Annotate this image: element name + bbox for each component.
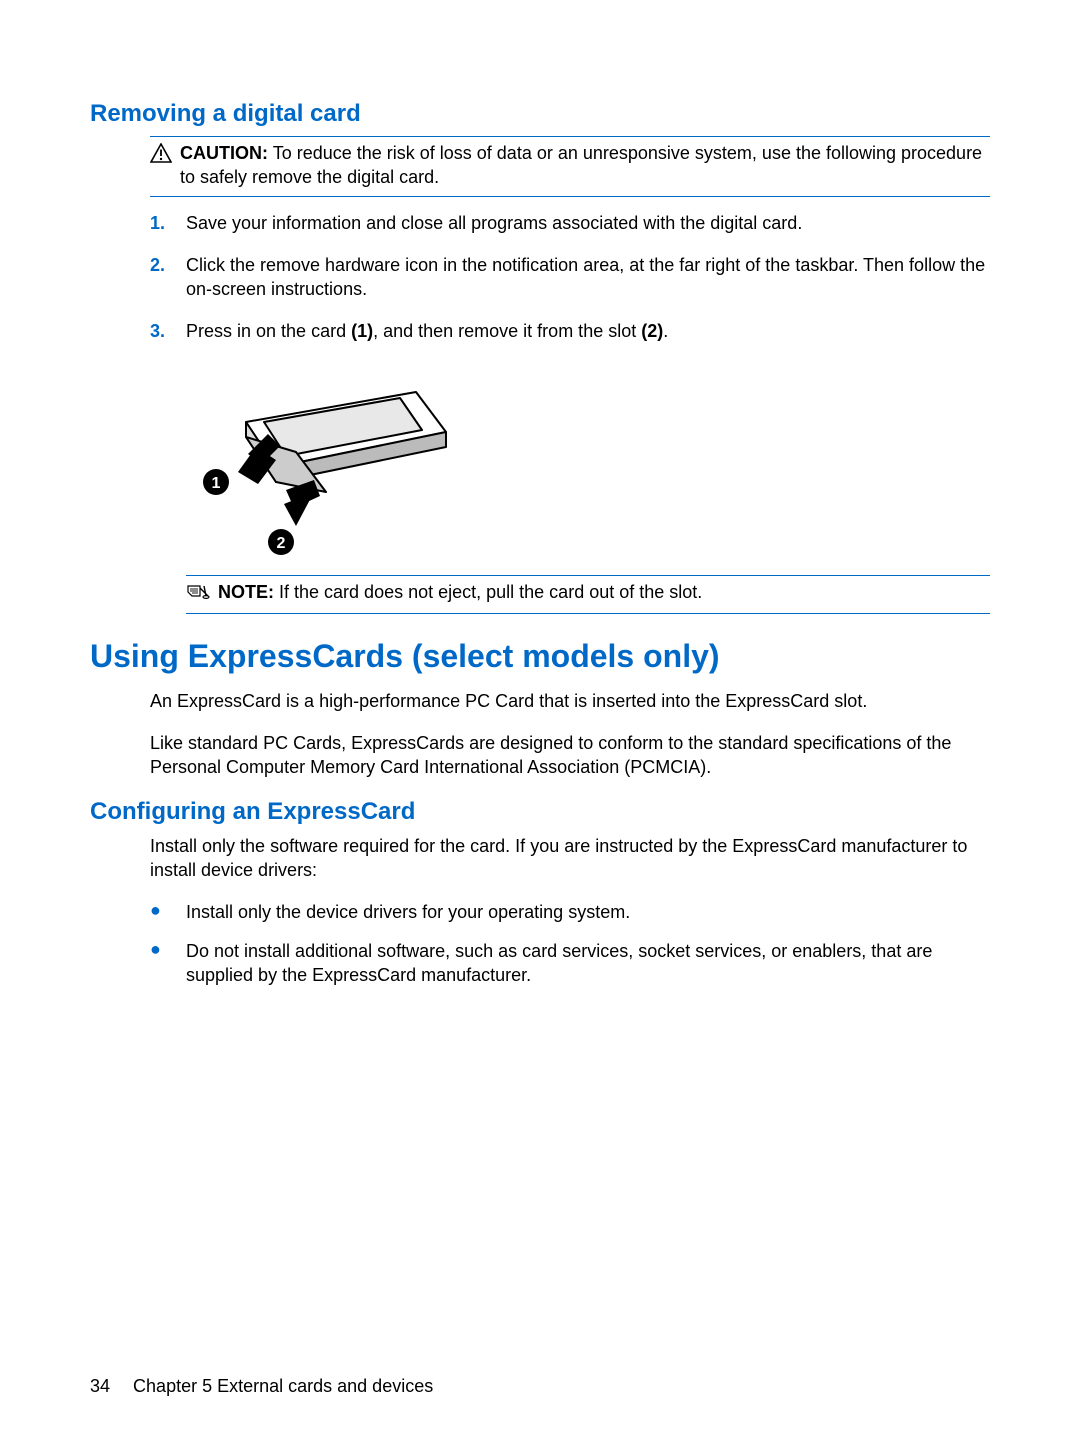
step-number: 2. xyxy=(150,253,186,277)
bullet-dot-icon: ● xyxy=(150,900,186,922)
note-text: NOTE: If the card does not eject, pull t… xyxy=(218,580,702,604)
chapter-title: Chapter 5 External cards and devices xyxy=(133,1376,433,1396)
note-icon xyxy=(186,582,210,607)
configure-bullets: ● Install only the device drivers for yo… xyxy=(150,900,990,987)
removal-steps: 1. Save your information and close all p… xyxy=(150,211,990,344)
step-1: 1. Save your information and close all p… xyxy=(150,211,990,235)
caution-callout: CAUTION: To reduce the risk of loss of d… xyxy=(150,136,990,197)
step3-ref2: (2) xyxy=(641,321,663,341)
bullet-1: ● Install only the device drivers for yo… xyxy=(150,900,990,924)
step-text: Press in on the card (1), and then remov… xyxy=(186,319,990,343)
caution-icon xyxy=(150,143,172,168)
step-number: 3. xyxy=(150,319,186,343)
card-removal-figure: 1 2 xyxy=(186,362,990,567)
page-footer: 34 Chapter 5 External cards and devices xyxy=(90,1376,433,1397)
note-callout: NOTE: If the card does not eject, pull t… xyxy=(186,575,990,614)
heading-configuring-expresscard: Configuring an ExpressCard xyxy=(90,798,990,826)
heading-using-expresscards: Using ExpressCards (select models only) xyxy=(90,638,990,675)
bullet-text: Do not install additional software, such… xyxy=(186,939,990,988)
document-page: Removing a digital card CAUTION: To redu… xyxy=(0,0,1080,1437)
step3-post: . xyxy=(663,321,668,341)
step-number: 1. xyxy=(150,211,186,235)
step3-pre: Press in on the card xyxy=(186,321,351,341)
bullet-2: ● Do not install additional software, su… xyxy=(150,939,990,988)
note-label: NOTE: xyxy=(218,582,274,602)
step3-ref1: (1) xyxy=(351,321,373,341)
caution-label: CAUTION: xyxy=(180,143,268,163)
bullet-text: Install only the device drivers for your… xyxy=(186,900,630,924)
step-3: 3. Press in on the card (1), and then re… xyxy=(150,319,990,343)
step3-mid: , and then remove it from the slot xyxy=(373,321,641,341)
page-number: 34 xyxy=(90,1376,110,1396)
caution-message: To reduce the risk of loss of data or an… xyxy=(180,143,982,187)
configure-intro: Install only the software required for t… xyxy=(150,834,990,883)
heading-removing-digital-card: Removing a digital card xyxy=(90,100,990,128)
bullet-dot-icon: ● xyxy=(150,939,186,961)
note-message: If the card does not eject, pull the car… xyxy=(279,582,702,602)
svg-text:1: 1 xyxy=(212,475,221,492)
step-text: Click the remove hardware icon in the no… xyxy=(186,253,990,302)
caution-text: CAUTION: To reduce the risk of loss of d… xyxy=(180,141,990,190)
svg-text:2: 2 xyxy=(277,535,286,552)
expresscard-intro-1: An ExpressCard is a high-performance PC … xyxy=(150,689,990,713)
step-text: Save your information and close all prog… xyxy=(186,211,990,235)
expresscard-intro-2: Like standard PC Cards, ExpressCards are… xyxy=(150,731,990,780)
step-2: 2. Click the remove hardware icon in the… xyxy=(150,253,990,302)
